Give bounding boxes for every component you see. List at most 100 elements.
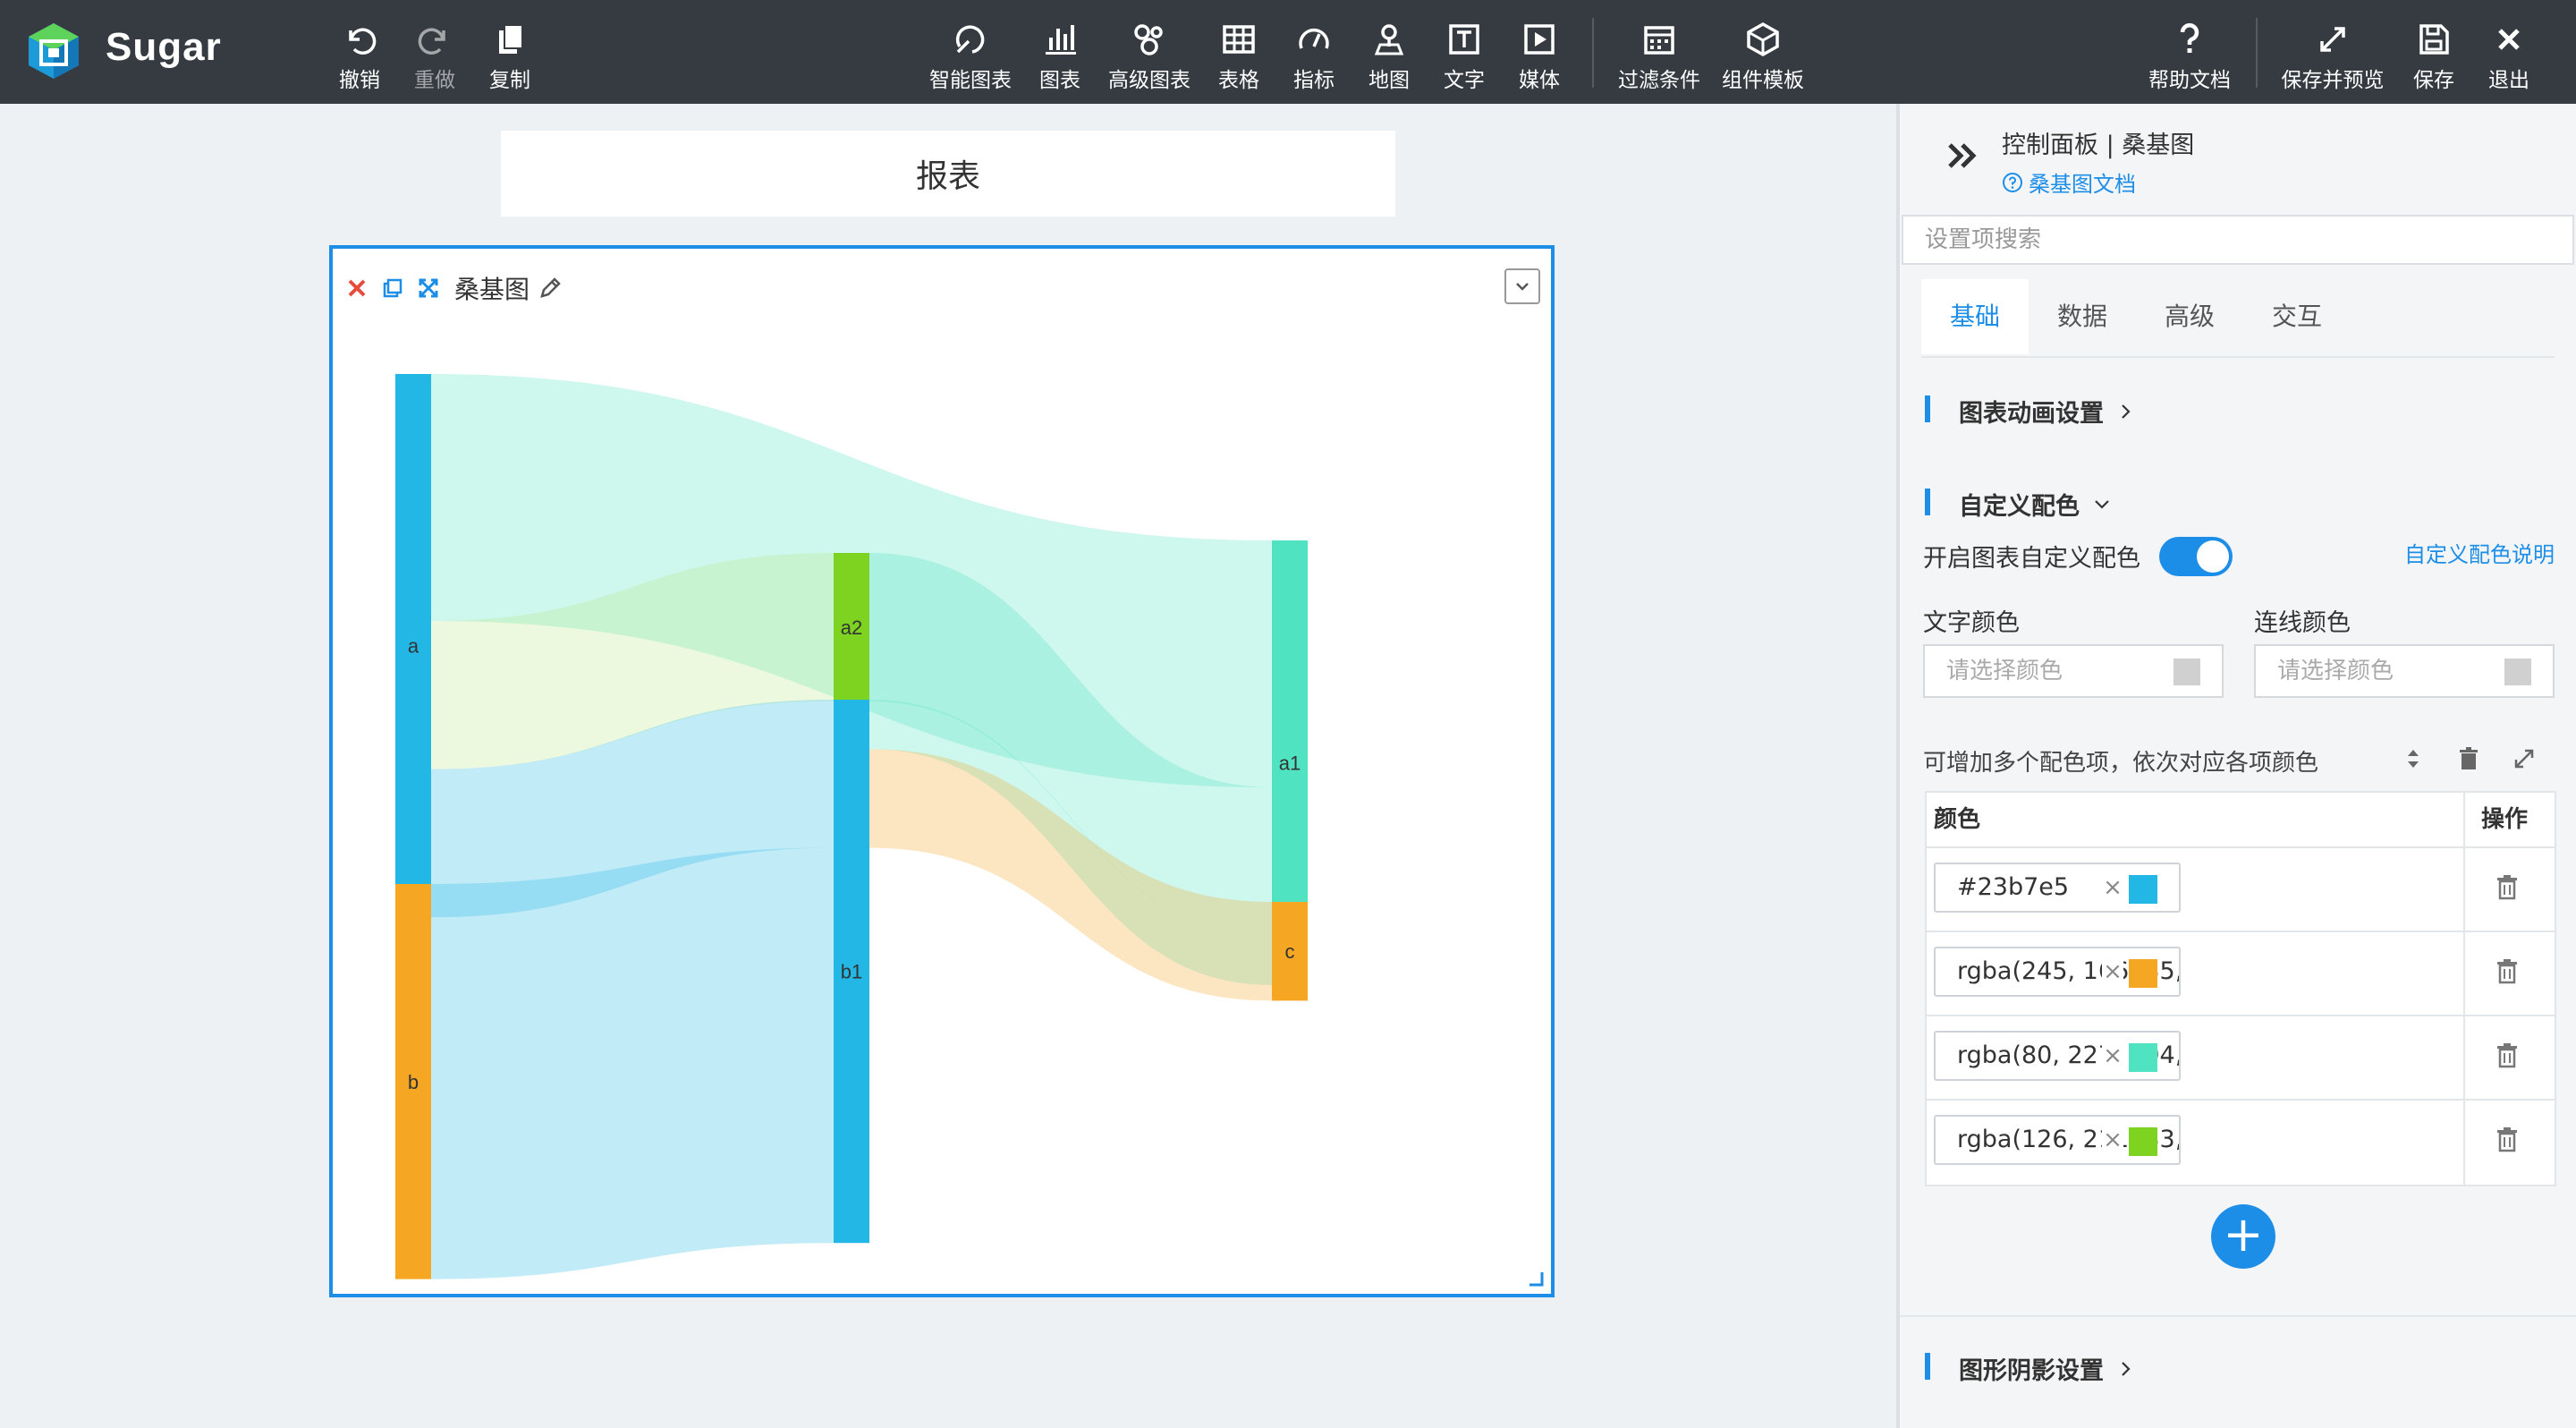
top-toolbar: Sugar 撤销 重做 复制 智能图表 图表 高级图表 表格 指标 地图 文字	[0, 0, 2576, 104]
color-item-input[interactable]: rgba(80, 227, 194, 1) ×	[1934, 1031, 2181, 1081]
chart-button[interactable]: 图表	[1036, 20, 1084, 92]
shadow-section-header[interactable]: 图形阴影设置	[1959, 1351, 2136, 1386]
indicator-button[interactable]: 指标	[1290, 20, 1338, 92]
toolbar-divider	[1592, 18, 1594, 88]
add-color-button[interactable]: +	[2211, 1204, 2275, 1269]
filter-button[interactable]: 过滤条件	[1615, 20, 1703, 92]
smart-chart-icon	[955, 25, 985, 54]
redo-button[interactable]: 重做	[408, 20, 462, 92]
smart-chart-label: 智能图表	[929, 69, 1012, 92]
undo-button[interactable]: 撤销	[333, 20, 386, 92]
settings-search-input[interactable]: 设置项搜索	[1902, 215, 2574, 265]
tab-data[interactable]: 数据	[2029, 279, 2136, 354]
tab-advanced[interactable]: 高级	[2136, 279, 2243, 354]
color-item-input[interactable]: rgba(126, 211, 33, 1) ×	[1934, 1115, 2181, 1165]
color-items-hint: 可增加多个配色项，依次对应各项颜色	[1923, 750, 2319, 777]
custom-color-help-link[interactable]: 自定义配色说明	[2404, 537, 2555, 568]
delete-row-trash-icon[interactable]	[2492, 1040, 2522, 1070]
delete-row-trash-icon[interactable]	[2492, 871, 2522, 902]
app-name: Sugar	[106, 25, 222, 69]
cube-icon	[1747, 21, 1779, 57]
line-color-picker[interactable]: 请选择颜色	[2254, 644, 2555, 698]
shadow-section-title: 图形阴影设置	[1959, 1357, 2104, 1385]
copy-button[interactable]: 复制	[483, 20, 537, 92]
undo-icon	[349, 28, 377, 55]
sankey-node-label-a: a	[408, 635, 419, 658]
save-preview-button[interactable]: 保存并预览	[2277, 20, 2388, 92]
help-doc-label: 帮助文档	[2148, 69, 2231, 92]
color-item-input[interactable]: #23b7e5 ×	[1934, 863, 2181, 913]
filter-label: 过滤条件	[1618, 69, 1700, 92]
line-color-swatch[interactable]	[2504, 659, 2531, 685]
custom-color-section-header[interactable]: 自定义配色	[1959, 487, 2112, 522]
gauge-icon	[1299, 28, 1329, 49]
chart-label: 图表	[1039, 69, 1080, 92]
exit-button[interactable]: 退出	[2485, 20, 2533, 92]
custom-color-section-title: 自定义配色	[1959, 493, 2080, 521]
clear-icon[interactable]: ×	[2102, 948, 2123, 995]
action-column-header: 操作	[2481, 806, 2529, 833]
column-divider	[2463, 793, 2465, 1185]
clear-icon[interactable]: ×	[2102, 1033, 2123, 1079]
close-icon	[2498, 29, 2520, 50]
animation-section-title: 图表动画设置	[1959, 400, 2104, 428]
media-button[interactable]: 媒体	[1515, 20, 1563, 92]
line-color-label: 连线颜色	[2254, 609, 2351, 637]
clear-icon[interactable]: ×	[2102, 864, 2123, 911]
tab-interaction[interactable]: 交互	[2243, 279, 2351, 354]
trash-icon[interactable]	[2454, 744, 2483, 773]
smart-chart-button[interactable]: 智能图表	[927, 20, 1014, 92]
enable-custom-color-toggle[interactable]	[2159, 537, 2233, 576]
undo-label: 撤销	[339, 69, 380, 92]
help-circle-icon	[2003, 172, 2022, 192]
text-color-picker[interactable]: 请选择颜色	[1923, 644, 2224, 698]
sankey-link-b-b1[interactable]	[431, 847, 834, 1279]
save-label: 保存	[2413, 69, 2454, 92]
line-color-placeholder: 请选择颜色	[2277, 658, 2394, 684]
section-marker	[1925, 489, 1930, 515]
clear-icon[interactable]: ×	[2102, 1117, 2123, 1163]
color-item-swatch[interactable]	[2129, 875, 2157, 904]
color-item-value: #23b7e5	[1957, 873, 2070, 901]
row-divider	[1927, 846, 2555, 848]
chevron-down-icon	[2095, 499, 2109, 509]
expand-icon[interactable]	[2510, 744, 2538, 773]
table-label: 表格	[1218, 69, 1259, 92]
advanced-chart-label: 高级图表	[1108, 69, 1191, 92]
map-button[interactable]: 地图	[1365, 20, 1413, 92]
delete-row-trash-icon[interactable]	[2492, 956, 2522, 986]
sugar-logo-icon	[29, 23, 79, 79]
sankey-chart-card[interactable]: 桑基图 a b a2 b1 a1 c	[329, 245, 1555, 1297]
sort-icon[interactable]	[2399, 744, 2428, 773]
row-divider	[1927, 931, 2555, 932]
text-color-swatch[interactable]	[2174, 659, 2200, 685]
chevron-right-icon	[2122, 404, 2131, 419]
color-item-swatch[interactable]	[2129, 959, 2157, 988]
resize-handle-icon[interactable]	[1528, 1271, 1544, 1287]
animation-section-header[interactable]: 图表动画设置	[1959, 394, 2136, 429]
save-button[interactable]: 保存	[2410, 20, 2458, 92]
media-label: 媒体	[1519, 69, 1560, 92]
component-template-button[interactable]: 组件模板	[1719, 20, 1807, 92]
panel-header: 控制面板 | 桑基图 桑基图文档	[1900, 104, 2576, 215]
advanced-chart-button[interactable]: 高级图表	[1106, 20, 1193, 92]
sankey-doc-link[interactable]: 桑基图文档	[2002, 166, 2136, 198]
table-button[interactable]: 表格	[1215, 20, 1263, 92]
map-label: 地图	[1368, 69, 1410, 92]
text-button[interactable]: 文字	[1440, 20, 1488, 92]
color-item-input[interactable]: rgba(245, 166, 35, 1) ×	[1934, 947, 2181, 997]
tab-basic[interactable]: 基础	[1921, 279, 2029, 354]
double-chevron-right-icon[interactable]	[1943, 136, 1982, 175]
color-item-swatch[interactable]	[2129, 1043, 2157, 1072]
text-color-label: 文字颜色	[1923, 609, 2020, 637]
help-doc-button[interactable]: 帮助文档	[2145, 20, 2234, 92]
color-item-swatch[interactable]	[2129, 1127, 2157, 1156]
chevron-right-icon	[2122, 1361, 2131, 1376]
map-pin-icon	[1374, 24, 1404, 55]
delete-row-trash-icon[interactable]	[2492, 1124, 2522, 1154]
advanced-chart-icon	[1134, 24, 1163, 55]
indicator-label: 指标	[1293, 69, 1335, 92]
expand-icon	[2320, 27, 2345, 52]
table-icon	[1223, 25, 1255, 54]
report-title[interactable]: 报表	[501, 131, 1395, 217]
